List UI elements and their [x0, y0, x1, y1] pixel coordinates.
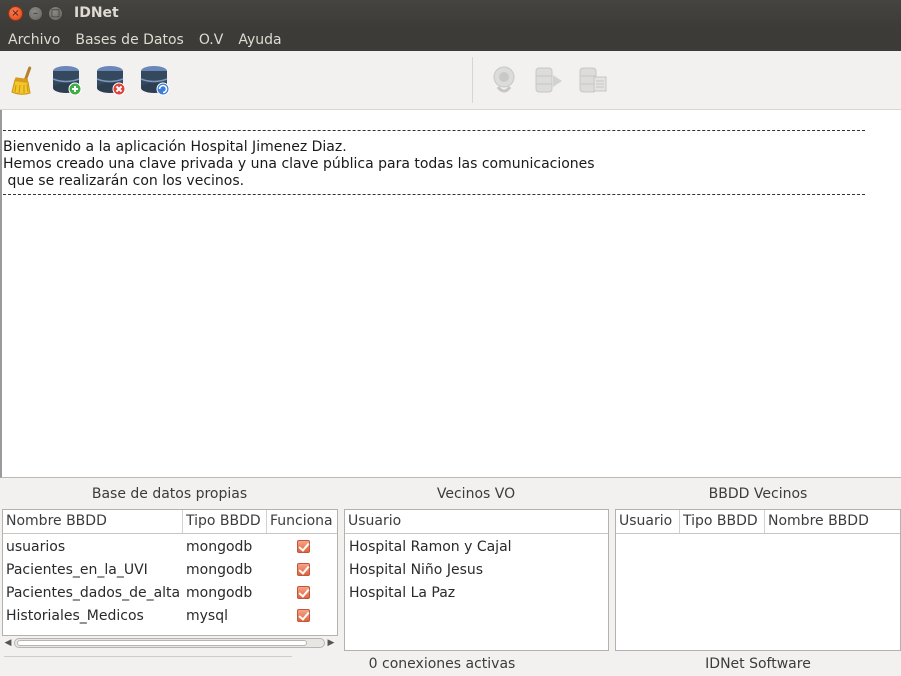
own-db-horizontal-scrollbar[interactable]: ◀ ▶ [2, 636, 337, 650]
cell-db-type: mongodb [186, 561, 253, 578]
works-checkbox[interactable] [297, 540, 310, 553]
cell-db-name: Historiales_Medicos [6, 607, 144, 624]
scrollbar-thumb[interactable] [17, 640, 307, 646]
connect-icon [493, 66, 515, 93]
table-header: Nombre BBDD Tipo BBDD Funciona [3, 510, 337, 534]
table-header: Usuario [345, 510, 608, 534]
table-row[interactable]: Historiales_Medicos mysql [3, 604, 337, 627]
database-remove-icon [96, 66, 126, 96]
scrollbar-trough[interactable] [14, 638, 325, 648]
own-db-title: Base de datos propias [91, 486, 248, 502]
own-db-table: Nombre BBDD Tipo BBDD Funciona usuarios … [2, 509, 338, 636]
database-add-icon [52, 66, 82, 96]
cell-works [267, 540, 337, 553]
database-export-icon [535, 67, 562, 93]
database-refresh-icon [140, 66, 170, 96]
neighbors-title: Vecinos VO [436, 486, 516, 502]
broom-icon [11, 66, 32, 95]
table-row[interactable]: usuarios mongodb [3, 535, 337, 558]
database-list-icon [579, 67, 607, 93]
menu-archivo[interactable]: Archivo [0, 32, 67, 48]
table-row[interactable]: Pacientes_en_la_UVI mongodb [3, 558, 337, 581]
cell-db-type: mongodb [186, 538, 253, 555]
status-divider [4, 656, 292, 657]
column-header-nombre[interactable]: Nombre BBDD [3, 510, 183, 533]
neighbors-table: Usuario Hospital Ramon y Cajal Hospital … [344, 509, 609, 651]
column-header-usuario[interactable]: Usuario [616, 510, 680, 533]
scroll-left-icon[interactable]: ◀ [2, 638, 14, 648]
works-checkbox[interactable] [297, 609, 310, 622]
minimize-window-button[interactable]: – [28, 6, 43, 21]
connect-button[interactable] [488, 63, 522, 97]
connections-status: 0 conexiones activas [368, 656, 516, 672]
menu-bases-de-datos[interactable]: Bases de Datos [67, 32, 191, 48]
toolbar-separator [472, 57, 473, 103]
list-item[interactable]: Hospital Niño Jesus [345, 558, 608, 581]
refresh-database-button[interactable] [139, 63, 173, 97]
cell-db-name: Pacientes_dados_de_alta [6, 584, 181, 601]
neighbor-name: Hospital La Paz [349, 584, 456, 601]
table-header: Usuario Tipo BBDD Nombre BBDD [616, 510, 900, 534]
list-item[interactable]: Hospital La Paz [345, 581, 608, 604]
neighbor-name: Hospital Niño Jesus [349, 561, 484, 578]
log-line: Hemos creado una clave privada y una cla… [3, 156, 595, 172]
log-separator-top [3, 122, 865, 131]
cell-db-type: mongodb [186, 584, 253, 601]
window-titlebar: × – □ IDNet [0, 0, 901, 28]
add-database-button[interactable] [51, 63, 85, 97]
maximize-window-button[interactable]: □ [48, 6, 63, 21]
list-database-button[interactable] [576, 63, 610, 97]
maximize-icon: □ [50, 7, 61, 19]
close-window-button[interactable]: × [8, 6, 23, 21]
cell-works [267, 609, 337, 622]
clear-button[interactable] [6, 63, 40, 97]
column-header-nombre[interactable]: Nombre BBDD [765, 510, 900, 533]
scroll-right-icon[interactable]: ▶ [325, 638, 337, 648]
cell-db-type: mysql [186, 607, 228, 624]
list-item[interactable]: Hospital Ramon y Cajal [345, 535, 608, 558]
cell-works [267, 563, 337, 576]
cell-works [267, 586, 337, 599]
export-database-button[interactable] [532, 63, 566, 97]
column-header-funciona[interactable]: Funciona [267, 510, 337, 533]
minimize-icon: – [33, 7, 38, 19]
works-checkbox[interactable] [297, 586, 310, 599]
toolbar [0, 51, 901, 110]
cell-db-name: usuarios [6, 538, 66, 555]
close-icon: × [11, 7, 20, 19]
neighbor-db-title: BBDD Vecinos [708, 486, 808, 502]
log-textarea[interactable]: Bienvenido a la aplicación Hospital Jime… [0, 110, 901, 478]
window-title: IDNet [74, 5, 119, 21]
neighbor-db-table: Usuario Tipo BBDD Nombre BBDD [615, 509, 901, 651]
table-row[interactable]: Pacientes_dados_de_alta mongodb [3, 581, 337, 604]
cell-db-name: Pacientes_en_la_UVI [6, 561, 148, 578]
log-line: Bienvenido a la aplicación Hospital Jime… [3, 139, 347, 155]
menu-ayuda[interactable]: Ayuda [230, 32, 288, 48]
menu-ov[interactable]: O.V [191, 32, 230, 48]
column-header-usuario[interactable]: Usuario [345, 510, 608, 533]
software-label: IDNet Software [705, 656, 811, 672]
neighbor-name: Hospital Ramon y Cajal [349, 538, 512, 555]
remove-database-button[interactable] [95, 63, 129, 97]
column-header-tipo[interactable]: Tipo BBDD [183, 510, 267, 533]
menubar: Archivo Bases de Datos O.V Ayuda [0, 28, 901, 51]
column-header-tipo[interactable]: Tipo BBDD [680, 510, 765, 533]
works-checkbox[interactable] [297, 563, 310, 576]
